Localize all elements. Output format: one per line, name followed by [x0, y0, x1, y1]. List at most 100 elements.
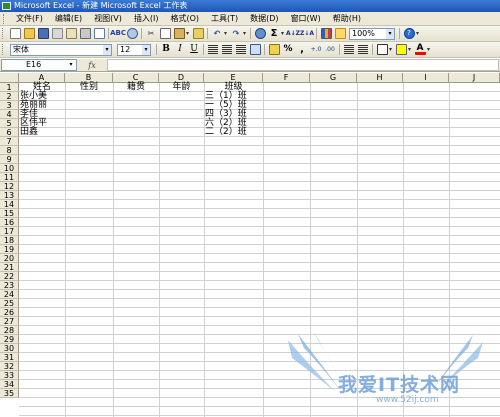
row-header[interactable]: 26	[0, 308, 19, 317]
redo-icon[interactable]: ↷	[231, 28, 242, 39]
row-header[interactable]: 2	[0, 92, 19, 101]
row-header[interactable]: 5	[0, 119, 19, 128]
underline-button[interactable]: U	[189, 44, 200, 55]
row-header[interactable]: 18	[0, 236, 19, 245]
row-header[interactable]: 15	[0, 209, 19, 218]
drawing-icon[interactable]	[334, 28, 346, 39]
copy-icon[interactable]	[159, 28, 171, 39]
formula-input[interactable]	[107, 59, 499, 71]
chart-wizard-icon[interactable]	[320, 28, 332, 39]
sort-descending-icon[interactable]: Z↓A	[300, 28, 314, 39]
comma-style-icon[interactable]: ,	[297, 44, 308, 55]
row-header[interactable]: 32	[0, 362, 19, 371]
save-icon[interactable]	[37, 28, 49, 39]
percent-icon[interactable]: %	[283, 44, 294, 55]
borders-dropdown-icon[interactable]: ▾	[389, 44, 394, 55]
menu-grip[interactable]	[3, 13, 6, 24]
cell-b1[interactable]: 性别	[65, 83, 113, 92]
cell-d1[interactable]: 年龄	[159, 83, 204, 92]
menu-tools[interactable]: 工具(T)	[205, 12, 244, 26]
merge-center-icon[interactable]	[249, 44, 261, 55]
zoom-select[interactable]: 100% ▾	[349, 27, 395, 40]
toolbar-grip[interactable]	[2, 28, 5, 39]
name-box[interactable]: E16 ▾	[1, 59, 77, 71]
row-header[interactable]: 17	[0, 227, 19, 236]
menu-window[interactable]: 窗口(W)	[285, 12, 327, 26]
row-header[interactable]: 11	[0, 173, 19, 182]
align-left-icon[interactable]	[208, 44, 219, 55]
redo-dropdown-icon[interactable]: ▾	[243, 28, 248, 39]
autosum-icon[interactable]: Σ	[269, 28, 280, 39]
toolbar-grip[interactable]	[2, 44, 5, 55]
row-header[interactable]: 31	[0, 353, 19, 362]
research-icon[interactable]	[126, 28, 138, 39]
paste-dropdown-icon[interactable]: ▾	[186, 28, 191, 39]
row-header[interactable]: 30	[0, 344, 19, 353]
cut-icon[interactable]: ✂	[146, 28, 157, 39]
spelling-icon[interactable]: ABC	[110, 28, 126, 39]
row-header[interactable]: 28	[0, 326, 19, 335]
currency-icon[interactable]	[268, 44, 280, 55]
worksheet-grid[interactable]: A B C D E F G H I J 1 2 3 4 5 6 7 8 9 10 11 12 13 14 1…	[0, 73, 500, 417]
print-icon[interactable]	[79, 28, 91, 39]
column-header-h[interactable]: H	[357, 73, 403, 83]
menu-format[interactable]: 格式(O)	[164, 12, 205, 26]
font-color-icon[interactable]: A	[414, 43, 426, 55]
row-header[interactable]: 19	[0, 245, 19, 254]
print-preview-icon[interactable]	[93, 28, 105, 39]
row-header[interactable]: 12	[0, 182, 19, 191]
row-header[interactable]: 7	[0, 137, 19, 146]
align-center-icon[interactable]	[222, 44, 233, 55]
align-right-icon[interactable]	[236, 44, 247, 55]
row-header[interactable]: 13	[0, 191, 19, 200]
increase-indent-icon[interactable]	[358, 44, 369, 55]
column-header-f[interactable]: F	[263, 73, 310, 83]
paste-icon[interactable]	[173, 28, 185, 39]
menu-help[interactable]: 帮助(H)	[327, 12, 367, 26]
chevron-down-icon[interactable]: ▾	[67, 60, 75, 70]
menu-insert[interactable]: 插入(I)	[128, 12, 165, 26]
row-header[interactable]: 20	[0, 254, 19, 263]
column-header-i[interactable]: I	[403, 73, 449, 83]
row-header[interactable]: 10	[0, 164, 19, 173]
menu-file[interactable]: 文件(F)	[10, 12, 49, 26]
cell-a6[interactable]: 田鑫	[19, 128, 38, 137]
chevron-down-icon[interactable]: ▾	[386, 28, 394, 39]
decrease-decimal-icon[interactable]: .00	[325, 44, 336, 55]
menu-view[interactable]: 视图(V)	[88, 12, 128, 26]
undo-dropdown-icon[interactable]: ▾	[224, 28, 229, 39]
font-select[interactable]: 宋体 ▾	[10, 43, 112, 56]
row-header[interactable]: 34	[0, 380, 19, 389]
menu-edit[interactable]: 编辑(E)	[49, 12, 88, 26]
bold-button[interactable]: B	[161, 44, 172, 55]
open-icon[interactable]	[23, 28, 35, 39]
row-header[interactable]: 9	[0, 155, 19, 164]
chevron-down-icon[interactable]: ▾	[103, 44, 111, 55]
permission-icon[interactable]	[51, 28, 63, 39]
row-header[interactable]: 22	[0, 272, 19, 281]
row-header[interactable]: 3	[0, 101, 19, 110]
row-header[interactable]: 35	[0, 389, 19, 398]
font-color-dropdown-icon[interactable]: ▾	[427, 44, 432, 55]
row-header[interactable]: 33	[0, 371, 19, 380]
fx-icon[interactable]: fx	[77, 61, 107, 70]
decrease-indent-icon[interactable]	[344, 44, 355, 55]
new-icon[interactable]	[9, 28, 21, 39]
fill-color-icon[interactable]	[395, 44, 407, 55]
select-all-corner[interactable]	[0, 73, 19, 83]
email-icon[interactable]	[65, 28, 77, 39]
fill-dropdown-icon[interactable]: ▾	[408, 44, 413, 55]
chevron-down-icon[interactable]: ▾	[142, 44, 150, 55]
cell-c1[interactable]: 籍贯	[113, 83, 159, 92]
sort-ascending-icon[interactable]: A↓Z	[286, 28, 300, 39]
row-header[interactable]: 8	[0, 146, 19, 155]
help-dropdown-icon[interactable]: ▾	[416, 28, 421, 39]
column-header-j[interactable]: J	[449, 73, 500, 83]
italic-button[interactable]: I	[175, 44, 186, 55]
row-header[interactable]: 25	[0, 299, 19, 308]
row-header[interactable]: 14	[0, 200, 19, 209]
menu-data[interactable]: 数据(D)	[244, 12, 284, 26]
row-header[interactable]: 27	[0, 317, 19, 326]
format-painter-icon[interactable]	[192, 28, 204, 39]
hyperlink-icon[interactable]	[254, 28, 266, 39]
